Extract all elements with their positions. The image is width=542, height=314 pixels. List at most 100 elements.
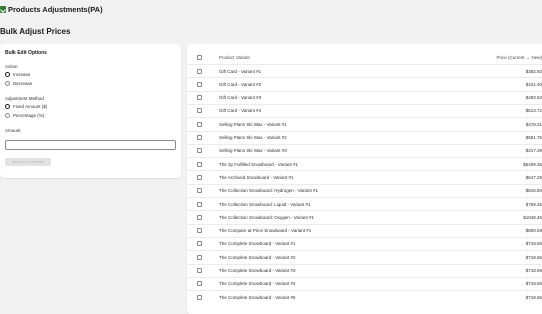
table-row[interactable]: Gift Card - Variant #4 $613.72: [187, 103, 542, 117]
variant-name: The Complete Snowboard - Variant #5: [219, 294, 296, 300]
radio-decrease-row[interactable]: Decrease: [5, 79, 176, 88]
row-checkbox[interactable]: [197, 294, 202, 300]
apply-button[interactable]: Apply to 0 products: [5, 158, 51, 166]
variant-name: The Complete Snowboard - Variant #1: [219, 241, 296, 247]
variant-price: $647.29: [525, 174, 542, 180]
variant-price: $718.56: [525, 294, 542, 300]
radio-fixed-row[interactable]: Fixed Amount ($): [5, 102, 176, 111]
variants-table-card: Product Variant Price (Current → New) Gi…: [187, 44, 542, 314]
radio-percentage-label: Percentage (%): [13, 113, 45, 118]
row-checkbox[interactable]: [197, 228, 202, 234]
row-checkbox[interactable]: [197, 214, 202, 220]
variant-price: $581.76: [525, 135, 542, 140]
column-header-price: Price (Current → New): [496, 54, 542, 60]
row-checkbox[interactable]: [197, 254, 202, 260]
variant-name: The 3p Fulfilled Snowboard - Variant #1: [219, 161, 298, 167]
variant-name: Gift Card - Variant #2: [219, 81, 262, 87]
app-title: Products Adjustments(PA): [8, 5, 103, 14]
variant-name: Selling Plans Ski Wax - Variant #1: [219, 121, 287, 127]
variant-price: $483.52: [525, 95, 542, 101]
table-header: Product Variant Price (Current → New): [187, 51, 542, 63]
radio-fixed-amount[interactable]: [5, 104, 10, 109]
variant-name: Gift Card - Variant #3: [219, 95, 262, 101]
radio-fixed-label: Fixed Amount ($): [13, 104, 48, 109]
radio-decrease[interactable]: [5, 81, 10, 86]
row-checkbox[interactable]: [197, 174, 202, 180]
table-row[interactable]: The Complete Snowboard - Variant #4 $718.…: [187, 276, 542, 290]
table-row[interactable]: Selling Plans Ski Wax - Variant #1 $478.0…: [187, 117, 542, 130]
row-checkbox[interactable]: [197, 268, 202, 273]
radio-decrease-label: Decrease: [13, 81, 33, 86]
options-title: Bulk Edit Options: [5, 50, 47, 56]
table-row[interactable]: Selling Plans Ski Wax - Variant #2 $581.7…: [187, 130, 542, 144]
bulk-edit-options-card: Bulk Edit Options Action Increase Decrea…: [0, 44, 181, 178]
method-label: Adjustment Method: [5, 96, 44, 101]
variant-price: $5409.35: [523, 161, 542, 167]
table-row[interactable]: The Archived Snowboard - Variant #1 $647.…: [187, 170, 542, 183]
row-checkbox[interactable]: [197, 281, 202, 287]
variant-name: The Collection Snowboard: Hydrogen - Var…: [219, 188, 318, 194]
variant-name: The Archived Snowboard - Variant #1: [219, 174, 294, 180]
table-row[interactable]: The Collection Snowboard: Hydrogen - Var…: [187, 183, 542, 197]
action-label: Action: [5, 64, 18, 69]
table-row[interactable]: The Collection Snowboard: Liquid - Varia…: [187, 197, 542, 210]
row-checkbox[interactable]: [197, 241, 202, 247]
select-all-checkbox[interactable]: [197, 54, 202, 60]
row-checkbox[interactable]: [197, 161, 202, 167]
row-checkbox[interactable]: [197, 68, 202, 74]
variant-name: The Compare at Price Snowboard - Variant…: [219, 228, 312, 234]
radio-percentage[interactable]: [5, 113, 10, 118]
app-checkmark-icon: [0, 6, 6, 13]
table-row[interactable]: The Complete Snowboard - Variant #5 $718.…: [187, 290, 542, 303]
table-row[interactable]: The Complete Snowboard - Variant #1 $718.…: [187, 236, 542, 250]
table-row[interactable]: The Complete Snowboard - Variant #2 $718.…: [187, 250, 542, 263]
row-checkbox[interactable]: [197, 95, 202, 101]
variant-price: $718.56: [525, 241, 542, 247]
variant-price: $718.56: [525, 281, 542, 287]
column-header-variant: Product Variant: [219, 54, 250, 60]
variant-name: The Complete Snowboard - Variant #2: [219, 254, 296, 260]
row-checkbox[interactable]: [197, 108, 202, 114]
amount-label: Amount: [5, 128, 21, 133]
table-row[interactable]: Gift Card - Variant #2 $421.40: [187, 77, 542, 90]
row-checkbox[interactable]: [197, 188, 202, 194]
variant-price: $417.39: [525, 148, 542, 154]
variant-name: Gift Card - Variant #4: [219, 108, 262, 114]
table-row[interactable]: The Collection Snowboard: Oxygen - Varia…: [187, 210, 542, 223]
row-checkbox[interactable]: [197, 121, 202, 127]
table-row[interactable]: Selling Plans Ski Wax - Variant #3 $417.3…: [187, 143, 542, 157]
variant-name: Selling Plans Ski Wax - Variant #3: [219, 148, 287, 154]
row-checkbox[interactable]: [197, 201, 202, 207]
radio-percentage-row[interactable]: Percentage (%): [5, 111, 176, 120]
top-bar: Products Adjustments(PA): [0, 0, 542, 19]
variant-price: $613.72: [525, 108, 542, 114]
table-row[interactable]: The 3p Fulfilled Snowboard - Variant #1 $…: [187, 157, 542, 170]
table-row[interactable]: Gift Card - Variant #1 $382.92: [187, 64, 542, 77]
variant-price: $382.92: [525, 68, 542, 74]
variant-name: The Collection Snowboard: Liquid - Varia…: [219, 201, 311, 207]
variant-name: The Complete Snowboard - Variant #4: [219, 281, 296, 287]
variant-price: $718.56: [525, 254, 542, 260]
row-checkbox[interactable]: [197, 81, 202, 87]
variant-price: $718.56: [525, 268, 542, 273]
variant-name: The Complete Snowboard - Variant #3: [219, 268, 296, 273]
radio-increase-row[interactable]: Increase: [5, 70, 176, 79]
variant-price: $1049.45: [523, 214, 542, 220]
variant-name: Selling Plans Ski Wax - Variant #2: [219, 135, 287, 140]
radio-increase[interactable]: [5, 72, 10, 77]
variant-price: $478.01: [525, 121, 542, 127]
variant-price: $769.45: [525, 201, 542, 207]
variant-price: $816.80: [525, 188, 542, 194]
row-checkbox[interactable]: [197, 148, 202, 154]
variant-price: $421.40: [525, 81, 542, 87]
table-row[interactable]: The Compare at Price Snowboard - Variant…: [187, 223, 542, 237]
variant-price: $809.59: [525, 228, 542, 234]
table-row[interactable]: The Complete Snowboard - Variant #3 $718.…: [187, 263, 542, 277]
radio-increase-label: Increase: [13, 72, 31, 77]
page-title: Bulk Adjust Prices: [0, 27, 71, 36]
variant-name: Gift Card - Variant #1: [219, 68, 262, 74]
variant-name: The Collection Snowboard: Oxygen - Varia…: [219, 214, 314, 220]
row-checkbox[interactable]: [197, 135, 202, 140]
table-row[interactable]: Gift Card - Variant #3 $483.52: [187, 90, 542, 104]
amount-input[interactable]: [5, 139, 176, 150]
